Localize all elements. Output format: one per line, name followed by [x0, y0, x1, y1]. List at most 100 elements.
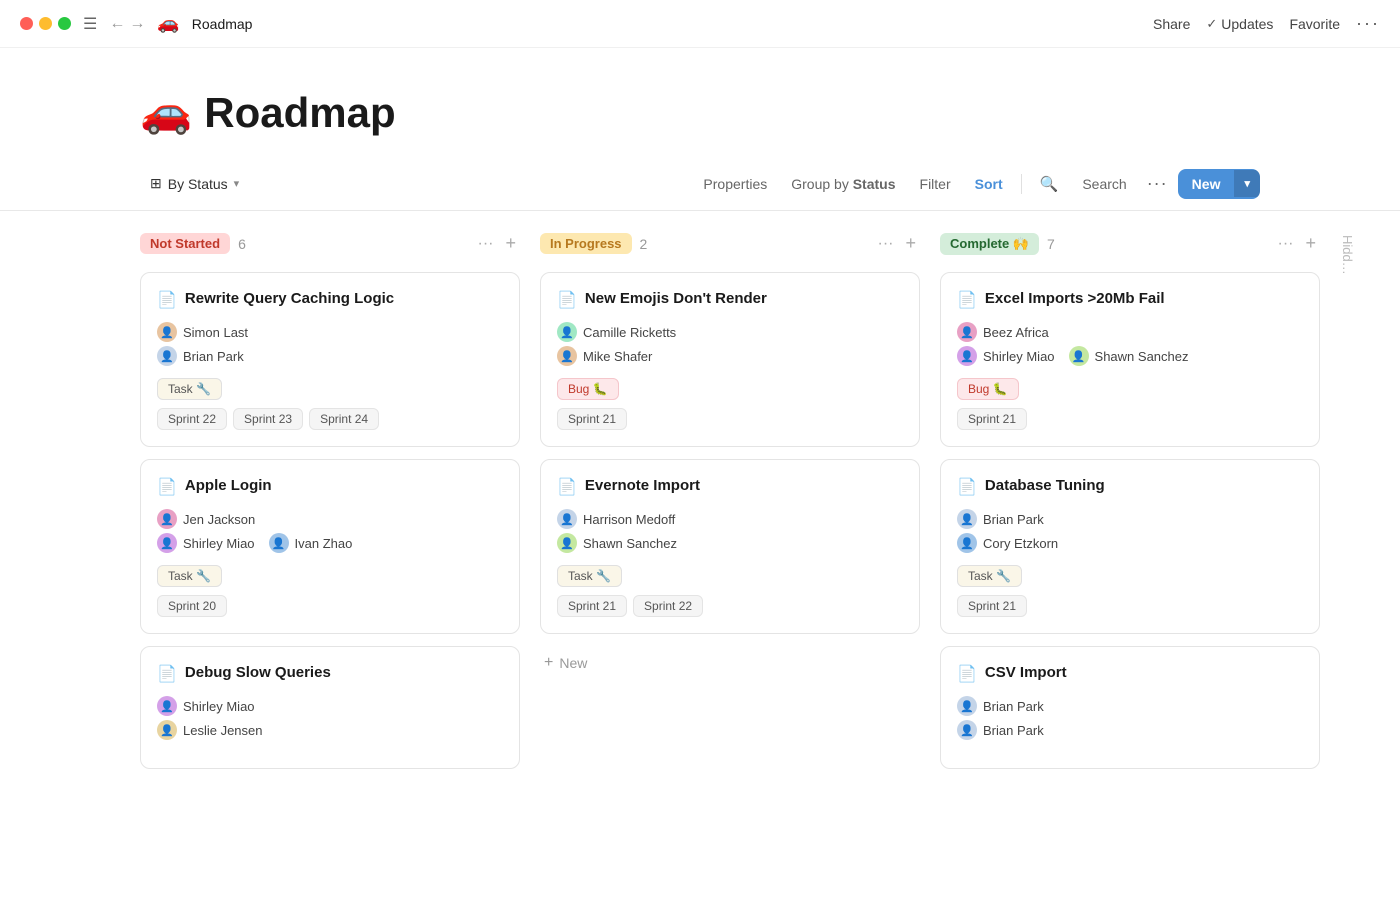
favorite-button[interactable]: Favorite — [1289, 16, 1340, 32]
new-card-button[interactable]: + New — [540, 646, 920, 680]
new-button-label[interactable]: New — [1178, 169, 1235, 199]
card-title: Database Tuning — [985, 476, 1105, 496]
doc-icon: 📄 — [157, 664, 177, 684]
new-card-label: New — [559, 655, 587, 671]
card-tag[interactable]: Bug 🐛 — [557, 378, 619, 400]
card-title-row: 📄 Apple Login — [157, 476, 503, 497]
column-more-button[interactable]: ··· — [474, 233, 498, 255]
sprint-tag[interactable]: Sprint 21 — [957, 408, 1027, 430]
task-card[interactable]: 📄 New Emojis Don't Render 👤 Camille Rick… — [540, 272, 920, 447]
more-options-button[interactable]: ··· — [1356, 13, 1380, 34]
page-icon-small: 🚗 — [157, 13, 179, 34]
column-in-progress: In Progress 2 ··· + 📄 New Emojis Don't R… — [540, 227, 920, 895]
traffic-light-yellow[interactable] — [39, 17, 52, 30]
doc-icon: 📄 — [157, 477, 177, 497]
column-more-button[interactable]: ··· — [874, 233, 898, 255]
toolbar-right: Properties Group by Status Filter Sort 🔍… — [693, 167, 1260, 200]
traffic-light-green[interactable] — [58, 17, 71, 30]
updates-button[interactable]: ✓ Updates — [1206, 16, 1273, 32]
sprint-tag[interactable]: Sprint 23 — [233, 408, 303, 430]
column-complete: Complete 🙌 7 ··· + 📄 Excel Imports >20Mb… — [940, 227, 1320, 895]
check-icon: ✓ — [1206, 16, 1217, 32]
person-name: Camille Ricketts — [583, 325, 676, 340]
title-bar: ☰ ← → 🚗 Roadmap Share ✓ Updates Favorite… — [0, 0, 1400, 48]
card-people: 👤 Brian Park 👤 Cory Etzkorn — [957, 509, 1303, 553]
task-card[interactable]: 📄 Evernote Import 👤 Harrison Medoff 👤 Sh… — [540, 459, 920, 634]
plus-icon: + — [544, 654, 553, 672]
card-tag[interactable]: Task 🔧 — [557, 565, 622, 587]
new-button-arrow[interactable]: ▾ — [1234, 170, 1260, 197]
doc-icon: 📄 — [957, 290, 977, 310]
search-icon[interactable]: 🔍 — [1030, 169, 1069, 199]
sprint-tag[interactable]: Sprint 24 — [309, 408, 379, 430]
avatar: 👤 — [157, 322, 177, 342]
sprint-tag[interactable]: Sprint 21 — [557, 595, 627, 617]
forward-arrow[interactable]: → — [129, 15, 145, 33]
card-tags: Task 🔧 — [157, 565, 503, 587]
new-button[interactable]: New ▾ — [1178, 169, 1260, 199]
status-badge: In Progress — [540, 233, 632, 254]
column-add-button[interactable]: + — [901, 231, 920, 256]
card-tag[interactable]: Task 🔧 — [157, 565, 222, 587]
traffic-light-red[interactable] — [20, 17, 33, 30]
person-row: 👤 Shirley Miao 👤 Ivan Zhao — [157, 533, 503, 553]
column-add-button[interactable]: + — [1301, 231, 1320, 256]
task-card[interactable]: 📄 Apple Login 👤 Jen Jackson 👤 Shirley Mi… — [140, 459, 520, 634]
task-card[interactable]: 📄 Excel Imports >20Mb Fail 👤 Beez Africa… — [940, 272, 1320, 447]
card-tag[interactable]: Task 🔧 — [957, 565, 1022, 587]
card-title: CSV Import — [985, 663, 1067, 683]
person-row: 👤 Brian Park — [157, 346, 503, 366]
search-button[interactable]: Search — [1072, 170, 1136, 198]
task-card[interactable]: 📄 Rewrite Query Caching Logic 👤 Simon La… — [140, 272, 520, 447]
person-name: Brian Park — [983, 723, 1044, 738]
doc-icon: 📄 — [557, 477, 577, 497]
person-name: Leslie Jensen — [183, 723, 263, 738]
column-actions: ··· + — [1274, 231, 1321, 256]
avatar: 👤 — [157, 720, 177, 740]
person-row: 👤 Jen Jackson — [157, 509, 503, 529]
person-row: 👤 Camille Ricketts — [557, 322, 903, 342]
sprint-tag[interactable]: Sprint 21 — [957, 595, 1027, 617]
group-by-button[interactable]: Group by Status — [781, 170, 905, 198]
by-status-button[interactable]: ⊞ By Status ▾ — [140, 169, 249, 198]
card-people: 👤 Harrison Medoff 👤 Shawn Sanchez — [557, 509, 903, 553]
card-sprints: Sprint 21 Sprint 22 — [557, 595, 903, 617]
person-name: Ivan Zhao — [295, 536, 353, 551]
task-card[interactable]: 📄 Debug Slow Queries 👤 Shirley Miao 👤 Le… — [140, 646, 520, 769]
back-arrow[interactable]: ← — [109, 15, 125, 33]
toolbar-more-button[interactable]: ··· — [1141, 167, 1174, 200]
properties-button[interactable]: Properties — [693, 170, 777, 198]
card-people: 👤 Simon Last 👤 Brian Park — [157, 322, 503, 366]
task-card[interactable]: 📄 Database Tuning 👤 Brian Park 👤 Cory Et… — [940, 459, 1320, 634]
card-title-row: 📄 New Emojis Don't Render — [557, 289, 903, 310]
traffic-lights — [20, 17, 71, 30]
card-title-row: 📄 Rewrite Query Caching Logic — [157, 289, 503, 310]
person-row: 👤 Cory Etzkorn — [957, 533, 1303, 553]
status-badge: Not Started — [140, 233, 230, 254]
sprint-tag[interactable]: Sprint 21 — [557, 408, 627, 430]
card-tags: Bug 🐛 — [557, 378, 903, 400]
sprint-tag[interactable]: Sprint 22 — [633, 595, 703, 617]
avatar: 👤 — [157, 346, 177, 366]
doc-icon: 📄 — [157, 290, 177, 310]
column-add-button[interactable]: + — [501, 231, 520, 256]
sort-button[interactable]: Sort — [965, 170, 1013, 198]
card-tag[interactable]: Task 🔧 — [157, 378, 222, 400]
hamburger-menu[interactable]: ☰ — [83, 14, 97, 34]
card-people: 👤 Beez Africa 👤 Shirley Miao 👤 Shawn San… — [957, 322, 1303, 366]
filter-button[interactable]: Filter — [910, 170, 961, 198]
column-more-button[interactable]: ··· — [1274, 233, 1298, 255]
task-card[interactable]: 📄 CSV Import 👤 Brian Park 👤 Brian Park — [940, 646, 1320, 769]
title-bar-right: Share ✓ Updates Favorite ··· — [1153, 13, 1380, 34]
card-title: Debug Slow Queries — [185, 663, 331, 683]
share-button[interactable]: Share — [1153, 16, 1190, 32]
person-row: 👤 Beez Africa — [957, 322, 1303, 342]
card-title: Evernote Import — [585, 476, 700, 496]
card-tag[interactable]: Bug 🐛 — [957, 378, 1019, 400]
doc-icon: 📄 — [957, 477, 977, 497]
sprint-tag[interactable]: Sprint 22 — [157, 408, 227, 430]
column-header: In Progress 2 ··· + — [540, 227, 920, 260]
sprint-tag[interactable]: Sprint 20 — [157, 595, 227, 617]
person-name: Jen Jackson — [183, 512, 255, 527]
card-people: 👤 Shirley Miao 👤 Leslie Jensen — [157, 696, 503, 740]
